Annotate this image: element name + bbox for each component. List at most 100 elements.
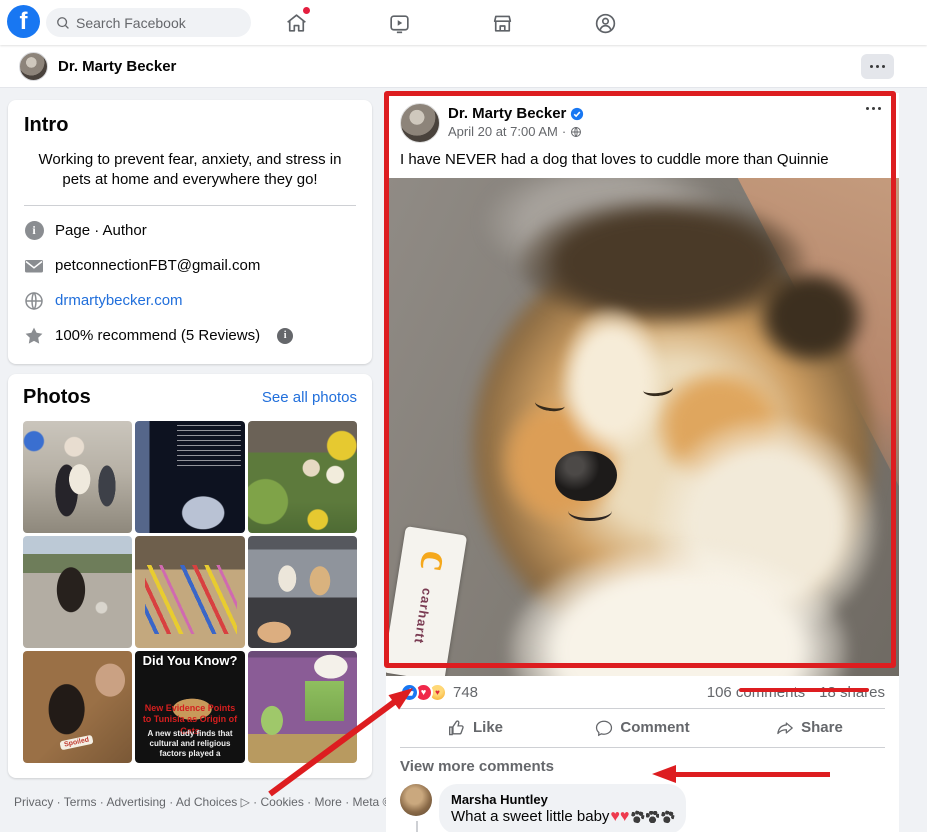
dog-ear-right — [755, 267, 868, 367]
verified-badge-icon — [570, 107, 584, 121]
footer-link-privacy[interactable]: Privacy — [14, 795, 64, 809]
post-author-avatar[interactable] — [400, 103, 440, 143]
page-website-link[interactable]: drmartybecker.com — [55, 292, 183, 309]
star-icon — [24, 326, 44, 346]
page-avatar[interactable] — [19, 52, 48, 81]
page-more-button[interactable] — [861, 54, 894, 79]
left-sidebar: Intro Working to prevent fear, anxiety, … — [8, 100, 372, 809]
post-photo-dog-cuddling[interactable]: c carhartt — [386, 178, 899, 676]
article-title: Did You Know? — [135, 653, 244, 668]
post-card: Dr. Marty Becker April 20 at 7:00 AM — [386, 93, 899, 832]
comment-text: What a sweet little baby — [451, 808, 609, 825]
footer-link-adchoices[interactable]: Ad Choices ▷ — [176, 795, 261, 809]
marketplace-tab[interactable] — [485, 8, 519, 38]
article-subtext: A new study finds that cultural and reli… — [139, 729, 240, 760]
intro-row-email: petconnectionFBT@gmail.com — [24, 256, 356, 276]
more-icon — [870, 65, 885, 68]
comment-item: Marsha Huntley What a sweet little baby♥… — [386, 779, 899, 832]
photo-thumb-xray[interactable] — [135, 421, 244, 533]
reaction-icons[interactable]: ♥ ♥ — [400, 683, 447, 702]
see-all-photos-link[interactable]: See all photos — [262, 389, 357, 406]
view-more-comments-link[interactable]: View more comments — [386, 748, 899, 779]
like-icon — [448, 719, 466, 737]
reply-thread-line — [416, 821, 430, 832]
like-button[interactable]: Like — [392, 713, 559, 743]
page-type-text: Page · Author — [55, 222, 147, 239]
comments-count[interactable]: 106 comments — [707, 684, 805, 701]
groups-tab[interactable] — [588, 8, 622, 38]
page-email: petconnectionFBT@gmail.com — [55, 257, 260, 274]
photo-thumb-garden-dogs[interactable] — [248, 421, 357, 533]
footer-link-advertising[interactable]: Advertising — [106, 795, 175, 809]
paw-emoji — [646, 811, 659, 823]
share-button[interactable]: Share — [726, 713, 893, 743]
post-header: Dr. Marty Becker April 20 at 7:00 AM — [386, 93, 899, 143]
public-globe-icon — [570, 126, 582, 138]
photo-thumb-cat-article[interactable]: Did You Know? New Evidence Points to Tun… — [135, 651, 244, 763]
home-tab[interactable] — [279, 8, 313, 38]
intro-row-page-type: i Page · Author — [24, 221, 356, 241]
footer-link-cookies[interactable]: Cookies — [260, 795, 314, 809]
share-icon — [776, 719, 794, 737]
page-title[interactable]: Dr. Marty Becker — [58, 58, 176, 75]
comment-author-name[interactable]: Marsha Huntley — [451, 792, 674, 807]
post-action-bar: Like Comment Share — [386, 709, 899, 747]
groups-icon — [593, 11, 618, 36]
share-label: Share — [801, 719, 843, 736]
photos-title: Photos — [23, 386, 91, 409]
search-input[interactable] — [76, 15, 226, 31]
search-icon — [56, 16, 70, 30]
footer-links: PrivacyTermsAdvertisingAd Choices ▷Cooki… — [8, 795, 372, 809]
heart-emojis: ♥♥ — [610, 808, 629, 826]
divider — [24, 205, 356, 206]
globe-icon — [24, 291, 44, 311]
photo-thumb-agility-poles[interactable] — [135, 536, 244, 648]
comment-button[interactable]: Comment — [559, 713, 726, 743]
intro-card: Intro Working to prevent fear, anxiety, … — [8, 100, 372, 364]
page-bio: Working to prevent fear, anxiety, and st… — [24, 150, 356, 190]
intro-row-reviews: 100% recommend (5 Reviews) i — [24, 326, 356, 346]
photo-thumb-dogs-in-car[interactable] — [248, 536, 357, 648]
photo-thumb-puppy[interactable]: Spoiled — [23, 651, 132, 763]
photo-thumb-comic[interactable] — [248, 651, 357, 763]
info-icon[interactable]: i — [277, 328, 293, 344]
footer-link-more[interactable]: More — [315, 795, 353, 809]
carhartt-tag: c carhartt — [386, 526, 467, 676]
facebook-logo[interactable]: f — [7, 5, 40, 38]
comment-icon — [595, 719, 613, 737]
post-author-name[interactable]: Dr. Marty Becker — [448, 105, 566, 122]
top-nav-bar: f — [0, 0, 927, 45]
comment-author-avatar[interactable] — [400, 784, 432, 816]
paw-emoji — [630, 809, 646, 824]
post-text: I have NEVER had a dog that loves to cud… — [386, 143, 899, 178]
envelope-icon — [24, 256, 44, 276]
shares-count[interactable]: 18 shares — [819, 684, 885, 701]
post-more-button[interactable] — [866, 107, 881, 110]
carhartt-logo: c — [405, 546, 459, 573]
carhartt-label: carhartt — [411, 587, 435, 645]
photos-card: Photos See all photos Spoiled Did You Kn… — [8, 374, 372, 778]
home-notification-dot — [302, 6, 311, 15]
search-bar[interactable] — [46, 8, 251, 37]
page-header-bar: Dr. Marty Becker — [0, 45, 927, 88]
reaction-count[interactable]: 748 — [453, 684, 478, 701]
photo-thumb-clinic[interactable] — [23, 421, 132, 533]
paw-emoji — [660, 809, 676, 824]
photo-thumb-mule[interactable] — [23, 536, 132, 648]
photo-grid: Spoiled Did You Know? New Evidence Point… — [23, 421, 357, 763]
dog-blaze — [560, 307, 663, 456]
like-label: Like — [473, 719, 503, 736]
post-timestamp[interactable]: April 20 at 7:00 AM — [448, 124, 558, 139]
dot-separator — [562, 124, 566, 139]
like-reaction-icon — [400, 683, 419, 702]
footer-link-terms[interactable]: Terms — [64, 795, 107, 809]
reviews-text[interactable]: 100% recommend (5 Reviews) — [55, 327, 260, 344]
marketplace-icon — [490, 11, 515, 36]
watch-tab[interactable] — [382, 8, 416, 38]
intro-title: Intro — [24, 114, 356, 137]
intro-row-website: drmartybecker.com — [24, 291, 356, 311]
post-stats-row: ♥ ♥ 748 106 comments 18 shares — [386, 676, 899, 708]
facebook-page: f — [0, 0, 927, 832]
watch-icon — [387, 11, 412, 36]
comment-bubble[interactable]: Marsha Huntley What a sweet little baby♥… — [439, 784, 686, 832]
